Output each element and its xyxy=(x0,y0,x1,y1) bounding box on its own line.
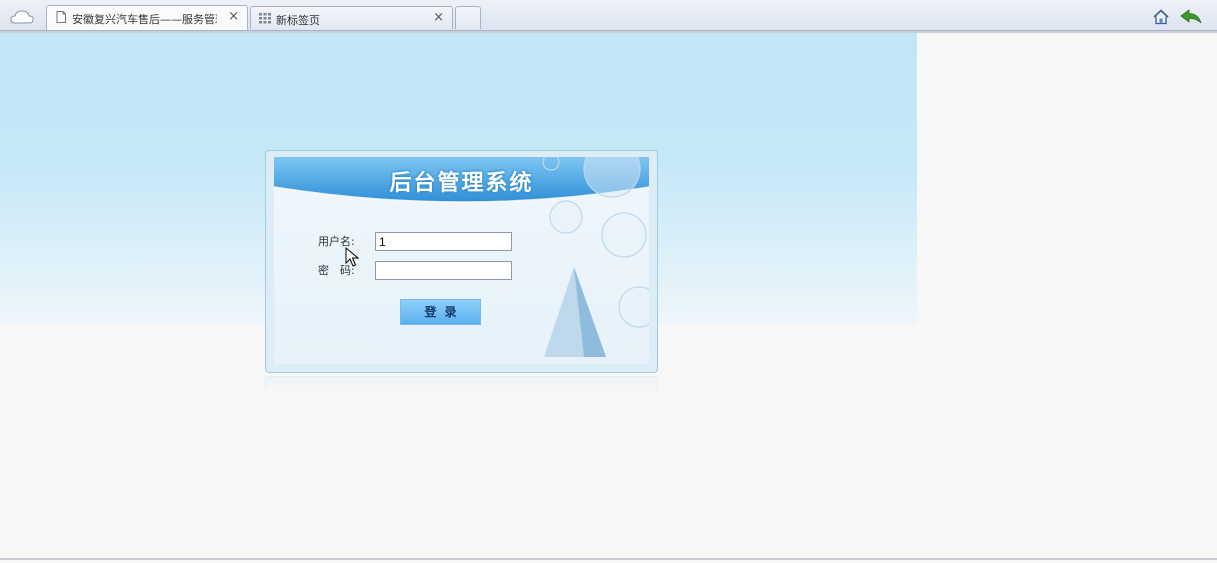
login-panel-inner: 后台管理系统 用户名: 密 码: 登录 xyxy=(274,157,649,364)
close-icon[interactable]: × xyxy=(433,10,444,26)
grid-icon xyxy=(259,13,271,24)
login-panel: 后台管理系统 用户名: 密 码: 登录 xyxy=(265,150,658,373)
back-arrow-icon[interactable] xyxy=(1180,9,1202,25)
tab-label: 安徽复兴汽车售后——服务管理 xyxy=(72,13,217,26)
new-tab-button[interactable] xyxy=(455,6,481,29)
tab-service-management[interactable]: 安徽复兴汽车售后——服务管理 × xyxy=(46,5,248,30)
status-bar-divider xyxy=(0,558,1217,560)
page-icon xyxy=(56,11,66,23)
home-icon[interactable] xyxy=(1153,9,1169,25)
login-button[interactable]: 登录 xyxy=(400,299,481,325)
close-icon[interactable]: × xyxy=(228,9,239,25)
username-input[interactable] xyxy=(375,232,512,251)
bubbles-decoration xyxy=(542,157,649,357)
tab-new-tab[interactable]: 新标签页 × xyxy=(250,6,453,29)
cloud-icon[interactable] xyxy=(8,8,36,26)
tab-label: 新标签页 xyxy=(276,14,320,27)
panel-reflection xyxy=(265,376,658,390)
mouse-cursor-icon xyxy=(345,247,359,267)
browser-tab-bar: 安徽复兴汽车售后——服务管理 × 新标签页 × xyxy=(0,0,1217,31)
password-input[interactable] xyxy=(375,261,512,280)
